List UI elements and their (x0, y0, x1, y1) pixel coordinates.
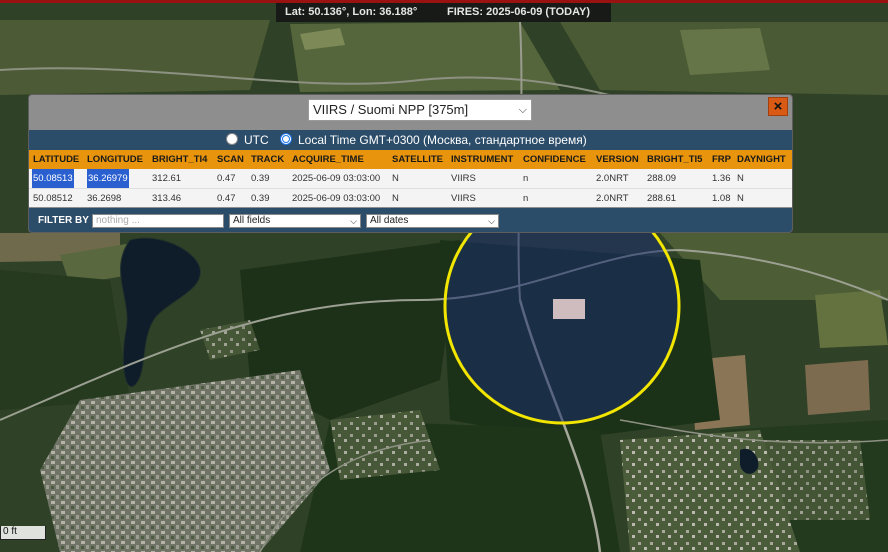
col-frp[interactable]: FRP (712, 150, 731, 169)
col-instrument[interactable]: INSTRUMENT (451, 150, 513, 169)
cell-bright-ti5: 288.61 (647, 193, 677, 204)
col-latitude[interactable]: LATITUDE (33, 150, 79, 169)
date-select[interactable]: All dates ⌵ (366, 214, 499, 228)
satellite-map[interactable] (0, 0, 888, 552)
fire-info-panel: VIIRS / Suomi NPP [375m] ⌵ × UTC Local T… (28, 94, 793, 233)
cell-latitude: 50.08512 (33, 193, 73, 204)
cell-version: 2.0NRT (596, 193, 629, 204)
timezone-bar: UTC Local Time GMT+0300 (Москва, стандар… (29, 130, 792, 150)
table-header-row: LATITUDE LONGITUDE BRIGHT_TI4 SCAN TRACK… (29, 150, 792, 169)
cell-confidence: n (523, 193, 529, 204)
utc-label: UTC (244, 133, 269, 147)
cell-frp: 1.08 (712, 193, 731, 204)
col-acquire-time[interactable]: ACQUIRE_TIME (292, 150, 364, 169)
cell-confidence: n (523, 173, 529, 184)
cursor-coordinates: Lat: 50.136°, Lon: 36.188° (285, 6, 418, 18)
col-longitude[interactable]: LONGITUDE (87, 150, 143, 169)
col-version[interactable]: VERSION (596, 150, 639, 169)
col-satellite[interactable]: SATELLITE (392, 150, 443, 169)
cell-satellite: N (392, 173, 399, 184)
cell-bright-ti4: 313.46 (152, 193, 182, 204)
cell-frp: 1.36 (712, 173, 731, 184)
cell-acquire-time: 2025-06-09 03:03:00 (292, 193, 381, 204)
cell-scan: 0.47 (217, 173, 236, 184)
field-select[interactable]: All fields ⌵ (229, 214, 361, 228)
map-scale: 0 ft (0, 526, 46, 540)
table-row[interactable]: 50.08513 36.26979 312.61 0.47 0.39 2025-… (29, 169, 792, 188)
utc-radio[interactable] (226, 133, 238, 145)
col-bright-ti4[interactable]: BRIGHT_TI4 (152, 150, 207, 169)
fire-pixel-marker[interactable] (553, 299, 585, 319)
local-time-label: Local Time GMT+0300 (Москва, стандартное… (298, 133, 587, 147)
cell-daynight: N (737, 193, 744, 204)
chevron-down-icon: ⌵ (518, 104, 527, 116)
col-scan[interactable]: SCAN (217, 150, 244, 169)
close-button[interactable]: × (768, 97, 788, 116)
cell-instrument: VIIRS (451, 173, 476, 184)
cell-instrument: VIIRS (451, 193, 476, 204)
cell-longitude: 36.2698 (87, 193, 122, 204)
filter-input[interactable]: nothing ... (92, 214, 224, 228)
filter-label: FILTER BY (38, 215, 89, 226)
cell-acquire-time: 2025-06-09 03:03:00 (292, 173, 381, 184)
cell-bright-ti5: 288.09 (647, 173, 677, 184)
cell-track: 0.39 (251, 173, 270, 184)
col-bright-ti5[interactable]: BRIGHT_TI5 (647, 150, 702, 169)
fires-date-label[interactable]: FIRES: 2025-06-09 (TODAY) (447, 3, 590, 22)
satellite-select-value: VIIRS / Suomi NPP [375m] (313, 102, 469, 117)
local-time-radio[interactable] (280, 133, 292, 145)
cell-version: 2.0NRT (596, 173, 629, 184)
cell-bright-ti4: 312.61 (152, 173, 182, 184)
field-select-value: All fields (233, 215, 271, 226)
cell-daynight: N (737, 173, 744, 184)
cell-track: 0.39 (251, 193, 270, 204)
cell-satellite: N (392, 193, 399, 204)
col-confidence[interactable]: CONFIDENCE (523, 150, 586, 169)
date-select-value: All dates (370, 215, 409, 226)
filter-bar: FILTER BY nothing ... All fields ⌵ All d… (29, 208, 792, 232)
satellite-select[interactable]: VIIRS / Suomi NPP [375m] ⌵ (308, 99, 532, 121)
status-bar: Lat: 50.136°, Lon: 36.188° FIRES: 2025-0… (276, 3, 611, 22)
cell-longitude: 36.26979 (87, 169, 129, 188)
cell-scan: 0.47 (217, 193, 236, 204)
cell-latitude: 50.08513 (32, 169, 74, 188)
chevron-down-icon: ⌵ (350, 216, 357, 226)
chevron-down-icon: ⌵ (488, 216, 495, 226)
col-track[interactable]: TRACK (251, 150, 284, 169)
table-row[interactable]: 50.08512 36.2698 313.46 0.47 0.39 2025-0… (29, 188, 792, 207)
col-daynight[interactable]: DAYNIGHT (737, 150, 786, 169)
